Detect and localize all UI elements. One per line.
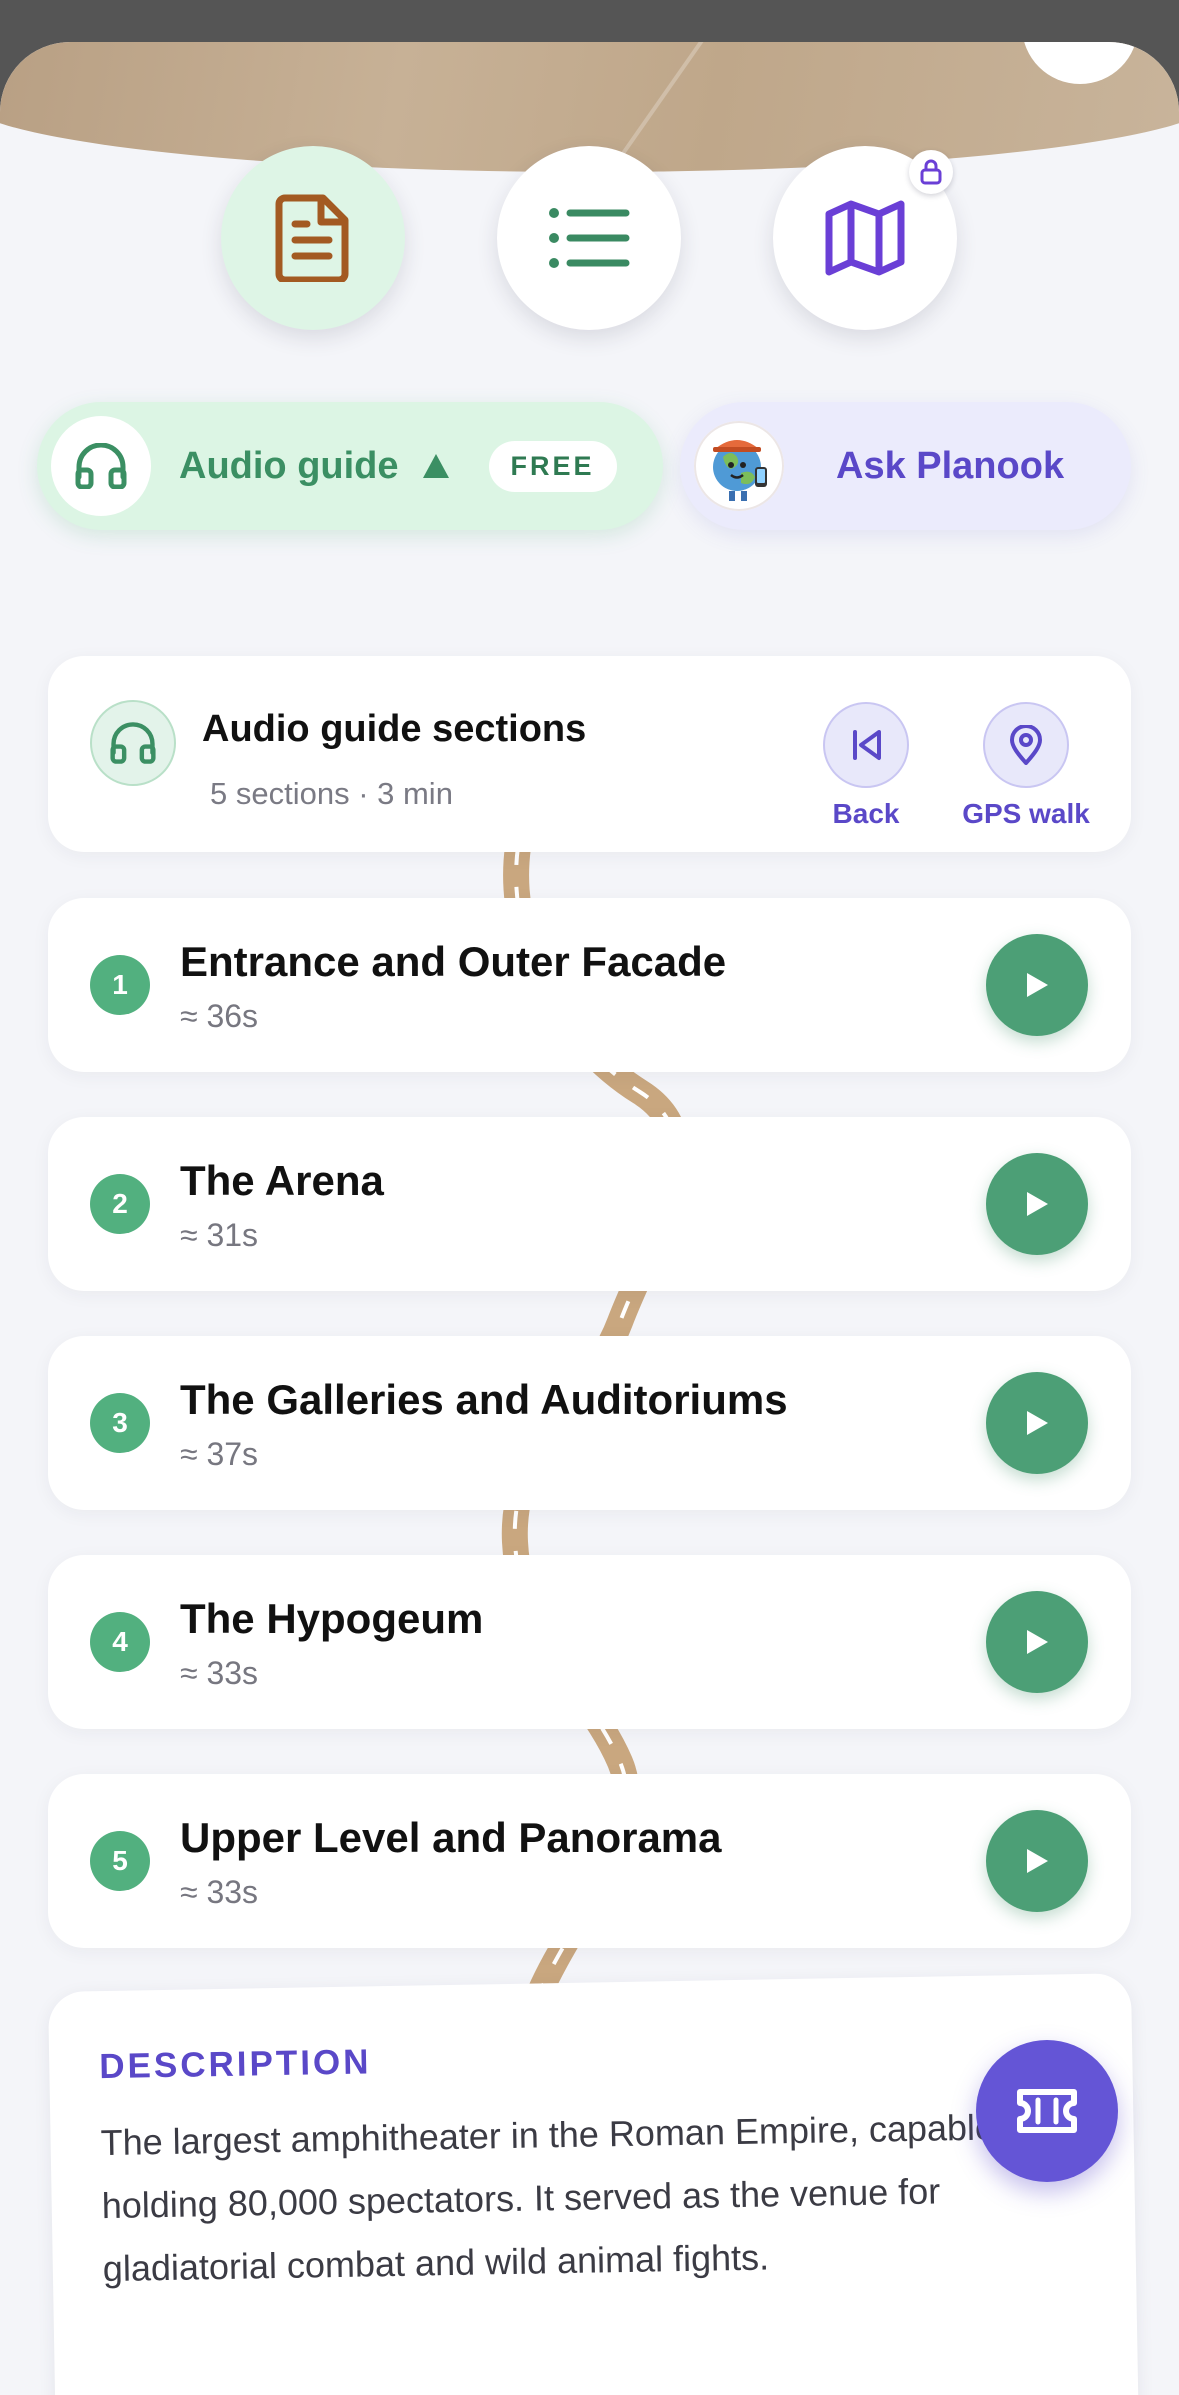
location-pin-icon: [1010, 725, 1042, 765]
play-icon: [1027, 1411, 1048, 1435]
section-title: The Hypogeum: [180, 1595, 484, 1642]
back-icon-holder: [823, 702, 909, 788]
sections-meta: 5 sections · 3 min: [210, 776, 453, 811]
play-button[interactable]: [986, 1810, 1088, 1912]
section-duration: ≈ 33s: [180, 1655, 259, 1691]
ask-planook-button[interactable]: Ask Planook: [680, 402, 1131, 530]
play-button[interactable]: [986, 1372, 1088, 1474]
back-label: Back: [832, 798, 900, 829]
section-number: 4: [90, 1612, 150, 1672]
section-duration: ≈ 37s: [180, 1436, 259, 1472]
play-button[interactable]: [986, 934, 1088, 1036]
headphones-icon: [110, 722, 156, 764]
section-title: Upper Level and Panorama: [180, 1814, 722, 1861]
play-button[interactable]: [986, 1591, 1088, 1693]
section-number: 2: [90, 1174, 150, 1234]
section-duration: ≈ 33s: [180, 1874, 259, 1910]
description-text: The largest amphitheater in the Roman Em…: [100, 2105, 1036, 2290]
lock-icon: [920, 159, 942, 185]
ask-planook-label: Ask Planook: [836, 444, 1065, 487]
section-row[interactable]: 2 The Arena ≈ 31s: [48, 1117, 1131, 1291]
play-button[interactable]: [986, 1153, 1088, 1255]
play-icon: [1027, 1849, 1048, 1873]
section-row[interactable]: 5 Upper Level and Panorama ≈ 33s: [48, 1774, 1131, 1948]
description-heading: DESCRIPTION: [98, 2042, 372, 2087]
section-title: Entrance and Outer Facade: [180, 938, 727, 985]
gps-walk-button[interactable]: GPS walk: [946, 702, 1106, 830]
map-button[interactable]: [773, 146, 957, 330]
free-badge: FREE: [488, 440, 617, 492]
section-duration: ≈ 36s: [180, 998, 259, 1034]
document-icon: [275, 194, 349, 282]
skip-back-icon: [853, 730, 881, 760]
content-sheet: Audio guide FREE Ask Planook Audio guide…: [0, 42, 1179, 2395]
sections-list-button[interactable]: [497, 146, 681, 330]
audio-guide-label: Audio guide: [179, 444, 399, 487]
section-row[interactable]: 1 Entrance and Outer Facade ≈ 36s: [48, 898, 1131, 1072]
section-title: The Arena: [180, 1157, 384, 1204]
sections-title: Audio guide sections: [202, 708, 587, 750]
section-duration: ≈ 31s: [180, 1217, 259, 1253]
section-row[interactable]: 3 The Galleries and Auditoriums ≈ 37s: [48, 1336, 1131, 1510]
lock-badge: [909, 150, 953, 194]
list-icon: [549, 208, 630, 268]
section-number: 5: [90, 1831, 150, 1891]
section-title: The Galleries and Auditoriums: [180, 1376, 788, 1423]
audio-guide-toggle[interactable]: Audio guide FREE: [37, 402, 663, 530]
globe-mascot-icon: [713, 440, 767, 501]
planook-avatar: [694, 421, 784, 511]
section-number: 3: [90, 1393, 150, 1453]
section-number: 1: [90, 955, 150, 1015]
play-icon: [1027, 973, 1048, 997]
ticket-icon: [1017, 2089, 1077, 2133]
audio-sections-header: Audio guide sections 5 sections · 3 min …: [48, 656, 1131, 852]
section-row[interactable]: 4 The Hypogeum ≈ 33s: [48, 1555, 1131, 1729]
audio-guide-icon-holder: [51, 416, 151, 516]
ticket-button[interactable]: [976, 2040, 1118, 2182]
back-button[interactable]: Back: [816, 702, 916, 830]
gps-walk-label: GPS walk: [962, 798, 1090, 829]
map-icon: [825, 200, 905, 276]
caret-up-icon: [422, 454, 449, 478]
info-tab-button[interactable]: [221, 146, 405, 330]
play-icon: [1027, 1630, 1048, 1654]
description-card: DESCRIPTION The largest amphitheater in …: [48, 1973, 1139, 2395]
sections-headphones-icon-holder: [90, 700, 176, 786]
gps-icon-holder: [983, 702, 1069, 788]
headphones-icon: [75, 443, 127, 489]
play-icon: [1027, 1192, 1048, 1216]
